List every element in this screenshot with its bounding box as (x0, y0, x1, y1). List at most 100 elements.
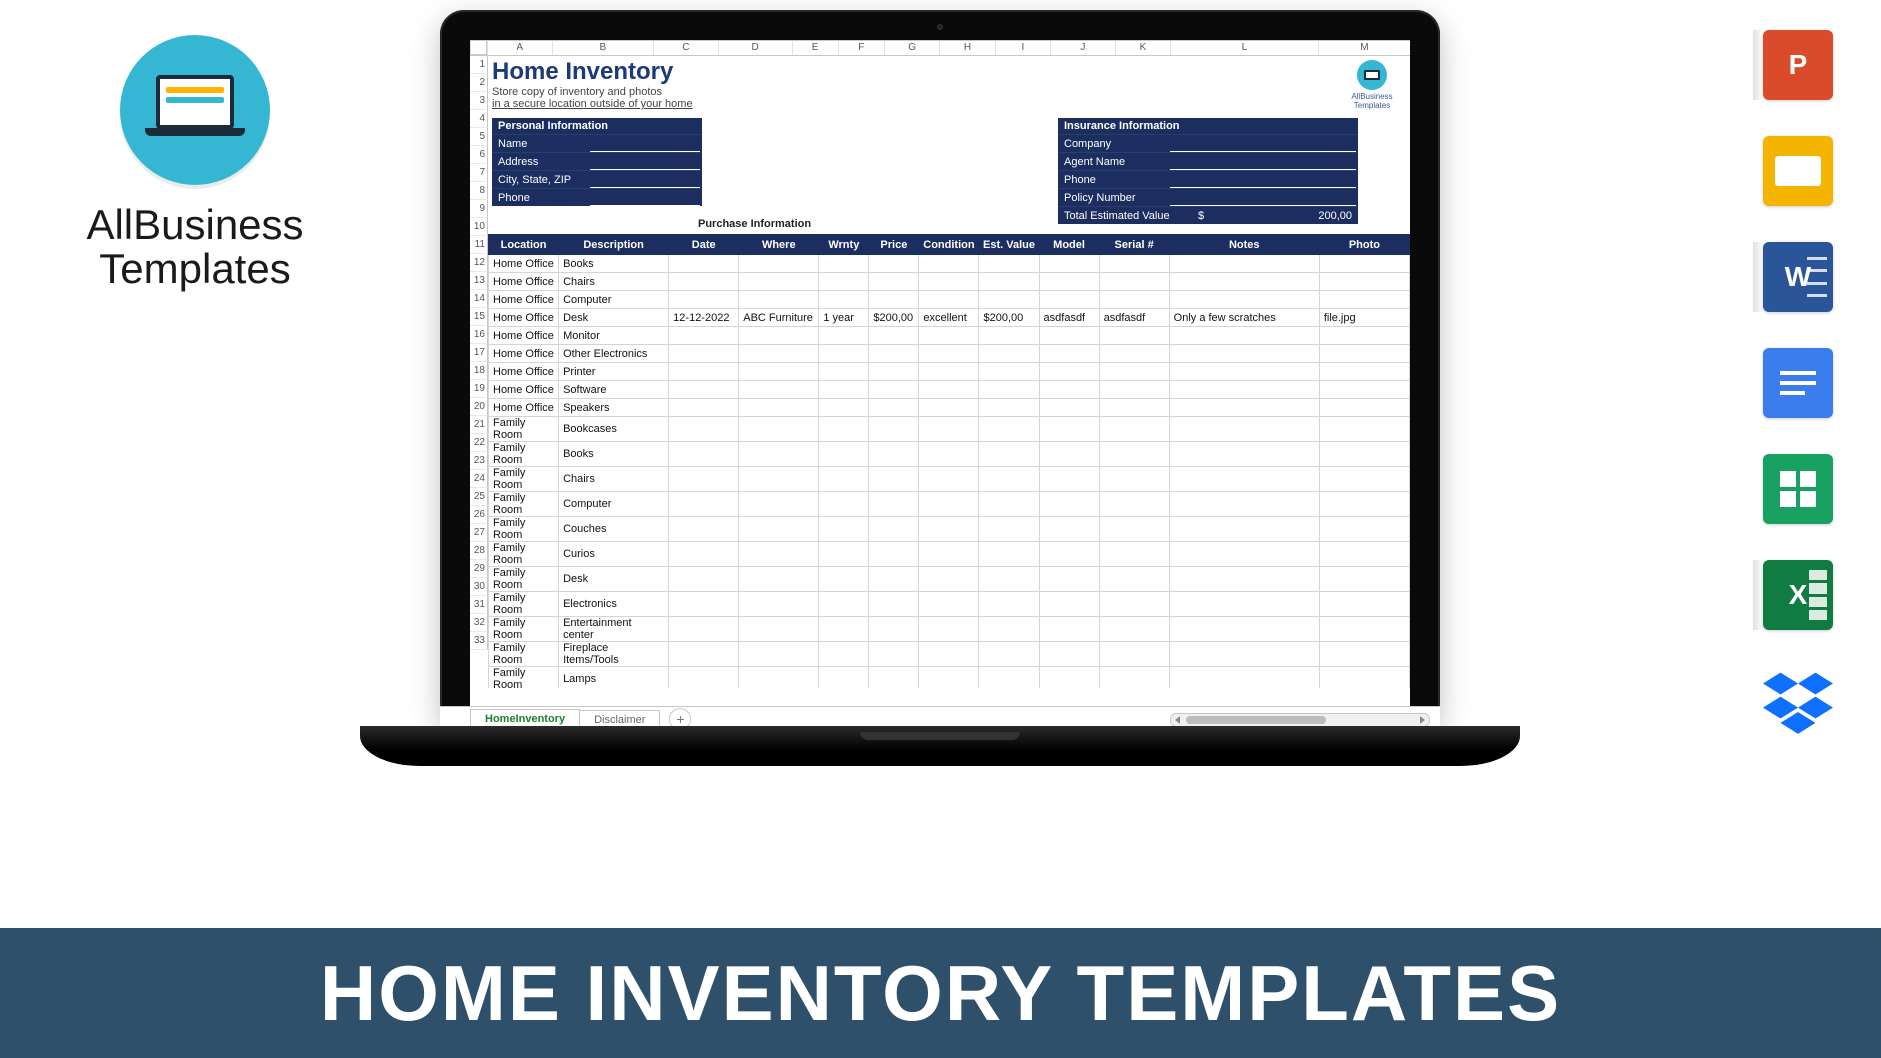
table-cell[interactable] (869, 617, 919, 642)
table-cell[interactable] (1099, 642, 1169, 667)
input-field[interactable] (590, 154, 700, 170)
table-cell[interactable] (819, 567, 869, 592)
table-cell[interactable] (669, 667, 739, 689)
table-cell[interactable] (1039, 467, 1099, 492)
table-cell[interactable] (1319, 381, 1409, 399)
table-cell[interactable] (919, 667, 979, 689)
table-cell[interactable] (1039, 442, 1099, 467)
table-cell[interactable] (979, 363, 1039, 381)
table-cell[interactable] (739, 517, 819, 542)
table-header[interactable]: Model (1039, 235, 1099, 255)
table-row[interactable]: Home OfficeComputer (489, 291, 1410, 309)
table-cell[interactable] (979, 273, 1039, 291)
table-row[interactable]: Home OfficeSoftware (489, 381, 1410, 399)
google-sheets-icon[interactable] (1763, 454, 1833, 524)
table-cell[interactable] (819, 492, 869, 517)
table-cell[interactable] (1319, 517, 1409, 542)
table-cell[interactable] (1099, 492, 1169, 517)
table-cell[interactable] (739, 399, 819, 417)
table-cell[interactable] (869, 363, 919, 381)
table-cell[interactable]: asdfasdf (1039, 309, 1099, 327)
table-header[interactable]: Est. Value (979, 235, 1039, 255)
table-row[interactable]: Family RoomCouches (489, 517, 1410, 542)
table-cell[interactable] (739, 467, 819, 492)
table-cell[interactable] (1169, 467, 1319, 492)
table-cell[interactable]: Curios (559, 542, 669, 567)
table-cell[interactable] (669, 417, 739, 442)
table-cell[interactable]: Home Office (489, 309, 559, 327)
table-cell[interactable] (739, 381, 819, 399)
row-number[interactable]: 16 (470, 326, 488, 344)
row-number[interactable]: 13 (470, 272, 488, 290)
row-number[interactable]: 31 (470, 596, 488, 614)
table-cell[interactable] (1169, 381, 1319, 399)
table-cell[interactable] (979, 345, 1039, 363)
table-cell[interactable] (819, 542, 869, 567)
row-number[interactable]: 7 (470, 164, 488, 182)
table-cell[interactable] (739, 327, 819, 345)
row-number[interactable]: 3 (470, 92, 488, 110)
table-row[interactable]: Family RoomLamps (489, 667, 1410, 689)
table-cell[interactable] (1099, 273, 1169, 291)
table-cell[interactable] (1319, 592, 1409, 617)
table-cell[interactable] (1319, 291, 1409, 309)
column-header[interactable]: G (884, 41, 939, 55)
table-cell[interactable] (919, 291, 979, 309)
table-cell[interactable] (1099, 467, 1169, 492)
google-docs-icon[interactable] (1763, 348, 1833, 418)
table-cell[interactable] (919, 492, 979, 517)
table-cell[interactable]: Home Office (489, 345, 559, 363)
table-cell[interactable] (1169, 567, 1319, 592)
table-cell[interactable] (1169, 363, 1319, 381)
table-cell[interactable] (869, 442, 919, 467)
table-cell[interactable]: Printer (559, 363, 669, 381)
table-cell[interactable] (1039, 517, 1099, 542)
table-cell[interactable]: Computer (559, 492, 669, 517)
row-number[interactable]: 28 (470, 542, 488, 560)
table-cell[interactable]: Family Room (489, 542, 559, 567)
table-cell[interactable] (1169, 327, 1319, 345)
table-cell[interactable] (919, 399, 979, 417)
table-cell[interactable] (1319, 327, 1409, 345)
table-cell[interactable] (919, 255, 979, 273)
table-cell[interactable] (869, 417, 919, 442)
table-cell[interactable]: Family Room (489, 592, 559, 617)
table-cell[interactable]: Family Room (489, 417, 559, 442)
column-header[interactable]: L (1170, 41, 1318, 55)
table-cell[interactable] (979, 517, 1039, 542)
table-cell[interactable] (919, 542, 979, 567)
table-cell[interactable] (819, 273, 869, 291)
input-field[interactable] (590, 172, 700, 188)
table-cell[interactable] (1039, 363, 1099, 381)
table-cell[interactable]: Couches (559, 517, 669, 542)
table-cell[interactable] (1099, 542, 1169, 567)
table-cell[interactable] (1319, 667, 1409, 689)
table-cell[interactable] (819, 667, 869, 689)
table-cell[interactable]: ABC Furniture (739, 309, 819, 327)
table-cell[interactable] (669, 617, 739, 642)
table-header[interactable]: Price (869, 235, 919, 255)
table-cell[interactable] (739, 642, 819, 667)
table-cell[interactable]: Desk (559, 309, 669, 327)
table-cell[interactable]: Family Room (489, 667, 559, 689)
table-header[interactable]: Wrnty (819, 235, 869, 255)
powerpoint-icon[interactable]: P (1763, 30, 1833, 100)
table-cell[interactable] (1039, 273, 1099, 291)
table-cell[interactable]: file.jpg (1319, 309, 1409, 327)
input-field[interactable] (1170, 136, 1356, 152)
table-cell[interactable]: $200,00 (979, 309, 1039, 327)
table-cell[interactable] (1169, 273, 1319, 291)
table-cell[interactable] (919, 327, 979, 345)
table-cell[interactable] (919, 567, 979, 592)
table-cell[interactable] (819, 517, 869, 542)
table-header[interactable]: Where (739, 235, 819, 255)
table-cell[interactable] (979, 642, 1039, 667)
table-cell[interactable] (669, 442, 739, 467)
table-cell[interactable] (819, 363, 869, 381)
column-header[interactable]: E (792, 41, 838, 55)
row-number[interactable]: 25 (470, 488, 488, 506)
add-sheet-button[interactable]: + (669, 708, 691, 711)
row-number[interactable]: 5 (470, 128, 488, 146)
column-header[interactable]: I (995, 41, 1050, 55)
table-cell[interactable] (669, 255, 739, 273)
